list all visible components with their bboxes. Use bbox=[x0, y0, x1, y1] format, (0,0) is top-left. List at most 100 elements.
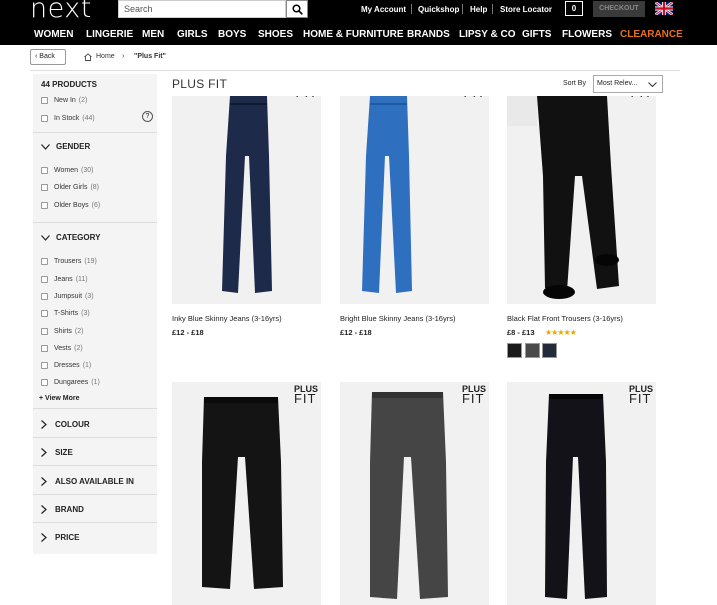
product-image[interactable]: PLUS FIT bbox=[172, 382, 321, 605]
view-more-link[interactable]: + View More bbox=[39, 395, 80, 402]
filter-dresses[interactable]: Dresses (1) bbox=[41, 359, 91, 371]
checkbox[interactable] bbox=[41, 309, 48, 317]
search-input[interactable]: Search bbox=[118, 0, 286, 18]
product-title[interactable]: Inky Blue Skinny Jeans (3-16yrs) bbox=[172, 314, 282, 323]
product-price: £12 - £18 bbox=[340, 328, 372, 337]
checkbox[interactable] bbox=[41, 166, 48, 174]
nav-home-furniture[interactable]: HOME & FURNITURE bbox=[303, 29, 404, 40]
filter-label: Jeans bbox=[54, 275, 73, 283]
filter-jeans[interactable]: Jeans (11) bbox=[41, 273, 88, 285]
filter-dungarees[interactable]: Dungarees (1) bbox=[41, 376, 100, 388]
chevron-left-icon: ‹ bbox=[35, 53, 38, 60]
store-locator-link[interactable]: Store Locator bbox=[500, 5, 552, 14]
product-title[interactable]: Bright Blue Skinny Jeans (3-16yrs) bbox=[340, 314, 455, 323]
filter-vests[interactable]: Vests (2) bbox=[41, 342, 83, 354]
divider bbox=[30, 70, 680, 71]
filter-trousers[interactable]: Trousers (19) bbox=[41, 255, 97, 267]
checkbox[interactable] bbox=[41, 378, 48, 386]
product-image[interactable]: FIT bbox=[340, 96, 489, 304]
product-image[interactable]: PLUS FIT bbox=[340, 382, 489, 605]
divider bbox=[33, 522, 157, 523]
quickshop-link[interactable]: Quickshop bbox=[418, 5, 459, 14]
size-header[interactable]: SIZE bbox=[41, 448, 73, 457]
checkbox[interactable] bbox=[41, 201, 48, 209]
chevron-right-icon bbox=[41, 477, 47, 486]
filter-count: (8) bbox=[90, 183, 100, 191]
nav-shoes[interactable]: SHOES bbox=[258, 29, 293, 40]
checkbox[interactable] bbox=[41, 292, 48, 300]
checkbox[interactable] bbox=[41, 96, 48, 104]
gender-header[interactable]: GENDER bbox=[41, 142, 90, 151]
filter-count: (2) bbox=[78, 96, 88, 104]
badge-text: FIT bbox=[296, 96, 319, 100]
chevron-right-icon: › bbox=[122, 53, 125, 60]
home-icon bbox=[84, 53, 92, 61]
help-link[interactable]: Help bbox=[470, 5, 487, 14]
shopping-bag-button[interactable]: 0 bbox=[565, 1, 583, 16]
price-header[interactable]: PRICE bbox=[41, 533, 79, 542]
checkbox[interactable] bbox=[41, 257, 48, 265]
checkout-button[interactable]: CHECKOUT bbox=[593, 1, 645, 17]
sort-dropdown[interactable]: Most Relev... bbox=[593, 75, 663, 93]
filter-in-stock[interactable]: In Stock (44) bbox=[41, 112, 95, 124]
filter-label: Trousers bbox=[54, 257, 82, 265]
nav-lipsy[interactable]: LIPSY & CO bbox=[459, 29, 516, 40]
help-icon[interactable]: ? bbox=[142, 111, 153, 122]
filter-older-boys[interactable]: Older Boys (6) bbox=[41, 199, 100, 211]
nav-brands[interactable]: BRANDS bbox=[407, 29, 450, 40]
breadcrumb-home[interactable]: Home bbox=[96, 53, 115, 60]
filter-count: (2) bbox=[74, 327, 84, 335]
divider bbox=[411, 4, 412, 14]
brand-header[interactable]: BRAND bbox=[41, 505, 84, 514]
product-image[interactable]: PLUS FIT bbox=[507, 382, 656, 605]
filter-shirts[interactable]: Shirts (2) bbox=[41, 325, 83, 337]
chevron-right-icon bbox=[41, 420, 47, 429]
colour-swatch[interactable] bbox=[525, 343, 540, 358]
section-title: BRAND bbox=[55, 505, 84, 514]
uk-flag-icon[interactable] bbox=[655, 2, 673, 15]
filter-new-in[interactable]: New In (2) bbox=[41, 94, 87, 106]
sort-value: Most Relev... bbox=[597, 80, 638, 87]
product-title[interactable]: Black Flat Front Trousers (3-16yrs) bbox=[507, 314, 623, 323]
trousers-icon bbox=[507, 96, 619, 299]
nav-lingerie[interactable]: LINGERIE bbox=[86, 29, 133, 40]
nav-boys[interactable]: BOYS bbox=[218, 29, 246, 40]
category-header[interactable]: CATEGORY bbox=[41, 233, 100, 242]
filter-older-girls[interactable]: Older Girls (8) bbox=[41, 181, 99, 193]
product-price: £8 - £13 bbox=[507, 328, 535, 337]
plus-fit-badge: FIT bbox=[464, 96, 487, 99]
checkbox[interactable] bbox=[41, 275, 48, 283]
nav-girls[interactable]: GIRLS bbox=[177, 29, 208, 40]
nav-men[interactable]: MEN bbox=[142, 29, 164, 40]
checkbox[interactable] bbox=[41, 344, 48, 352]
filter-label: Jumpsuit bbox=[54, 292, 83, 300]
colour-header[interactable]: COLOUR bbox=[41, 420, 90, 429]
filter-jumpsuit[interactable]: Jumpsuit (3) bbox=[41, 290, 94, 302]
back-button[interactable]: ‹ Back bbox=[30, 49, 66, 65]
nav-clearance[interactable]: CLEARANCE bbox=[620, 29, 683, 40]
checkbox[interactable] bbox=[41, 361, 48, 369]
colour-swatch[interactable] bbox=[507, 343, 522, 358]
product-image[interactable]: FIT bbox=[507, 96, 656, 304]
search-button[interactable] bbox=[286, 0, 308, 18]
section-title: CATEGORY bbox=[56, 233, 101, 242]
next-logo[interactable]: next bbox=[30, 0, 92, 24]
filter-count: (2) bbox=[74, 344, 83, 352]
filter-label: Women bbox=[54, 166, 78, 174]
section-title: SIZE bbox=[55, 448, 73, 457]
filter-women[interactable]: Women (30) bbox=[41, 164, 93, 176]
nav-women[interactable]: WOMEN bbox=[34, 29, 73, 40]
colour-swatch[interactable] bbox=[542, 343, 557, 358]
filter-tshirts[interactable]: T-Shirts (3) bbox=[41, 307, 90, 319]
my-account-link[interactable]: My Account bbox=[361, 5, 406, 14]
checkbox[interactable] bbox=[41, 114, 48, 122]
filter-label: Older Girls bbox=[54, 183, 88, 191]
checkbox[interactable] bbox=[41, 183, 48, 191]
divider bbox=[33, 408, 157, 409]
product-image[interactable]: FIT bbox=[172, 96, 321, 304]
nav-flowers[interactable]: FLOWERS bbox=[562, 29, 612, 40]
also-available-header[interactable]: ALSO AVAILABLE IN bbox=[41, 477, 134, 486]
badge-text: FIT bbox=[464, 96, 487, 100]
checkbox[interactable] bbox=[41, 327, 48, 335]
nav-gifts[interactable]: GIFTS bbox=[522, 29, 551, 40]
